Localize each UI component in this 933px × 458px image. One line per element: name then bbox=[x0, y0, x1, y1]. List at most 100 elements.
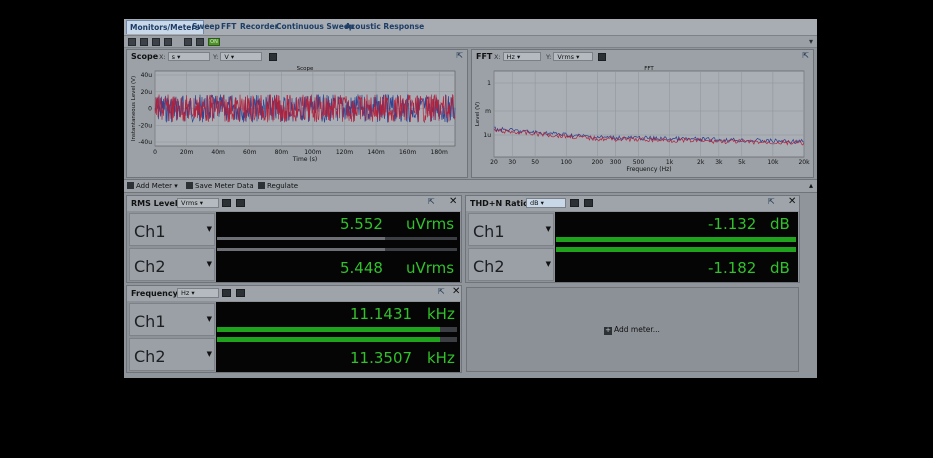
tab-recorder[interactable]: Recorder bbox=[240, 22, 278, 31]
meter-settings-icon[interactable] bbox=[570, 199, 579, 207]
y-axis-label: Instantaneous Level (V) bbox=[131, 76, 137, 141]
unit-select[interactable]: Hz ▾ bbox=[177, 288, 219, 298]
scope-panel: Scope X: s ▾ Y: V ▾ ⇱ Scope 0 20m 40m 60m 80m 10… bbox=[126, 49, 468, 178]
x-tick-label: 80m bbox=[275, 149, 289, 156]
add-meter-label: Add meter... bbox=[614, 325, 660, 334]
x-tick-label: 100 bbox=[561, 159, 573, 166]
meter-options-icon[interactable] bbox=[236, 199, 245, 207]
generator-on-toggle[interactable]: ON bbox=[208, 38, 220, 46]
unit-select[interactable]: dB ▾ bbox=[526, 198, 566, 208]
tab-sweep[interactable]: Sweep bbox=[192, 22, 220, 31]
channel-selector[interactable]: Ch1 ▼ bbox=[129, 303, 215, 336]
regulate-button[interactable]: Regulate bbox=[258, 182, 298, 190]
channel-selector[interactable]: Ch1 ▼ bbox=[129, 213, 215, 246]
meter-title: THD+N Ratio bbox=[470, 199, 529, 208]
scope-x-selector[interactable]: X: s ▾ bbox=[159, 52, 210, 61]
sync-icon[interactable] bbox=[152, 38, 160, 46]
meter-options-icon[interactable] bbox=[236, 289, 245, 297]
fft-x-selector[interactable]: X: Hz ▾ bbox=[494, 52, 541, 61]
channel-selector[interactable]: Ch2 ▼ bbox=[129, 338, 215, 371]
save-icon bbox=[186, 182, 193, 189]
toolbar: ON ▾ bbox=[124, 36, 817, 48]
chart-title: FFT bbox=[644, 66, 654, 72]
collapse-icon[interactable]: ▾ bbox=[809, 37, 813, 46]
level-bar bbox=[217, 237, 457, 240]
meter-unit: dB bbox=[770, 259, 790, 277]
settings-icon[interactable] bbox=[140, 38, 148, 46]
scope-chart: Scope 0 20m 40m 60m 80m 100m 120m 140m 160m 180m 40… bbox=[131, 66, 456, 163]
x-tick-label: 3k bbox=[715, 159, 723, 166]
add-meter-button[interactable]: Add Meter ▾ bbox=[127, 182, 178, 190]
x-tick-label: 40m bbox=[211, 149, 225, 156]
channel-selector[interactable]: Ch1 ▼ bbox=[468, 213, 554, 246]
level-bar bbox=[556, 237, 796, 242]
close-icon[interactable]: ✕ bbox=[452, 286, 460, 297]
plot-area bbox=[493, 70, 805, 158]
meter-toolbar: Add Meter ▾ Save Meter Data Regulate ▴ bbox=[124, 179, 817, 193]
x-tick-label: 500 bbox=[633, 159, 645, 166]
x-tick-label: 180m bbox=[431, 149, 448, 156]
meter-title: Frequency bbox=[131, 289, 178, 298]
channel-selector[interactable]: Ch2 ▼ bbox=[129, 248, 215, 281]
pop-out-icon[interactable]: ⇱ bbox=[802, 51, 809, 60]
meter-readout: 11.1431 kHz 11.3507 kHz bbox=[216, 302, 460, 372]
x-axis-label: Frequency (Hz) bbox=[626, 166, 671, 173]
pop-out-icon[interactable]: ⇱ bbox=[428, 197, 435, 206]
pop-out-icon[interactable]: ⇱ bbox=[456, 51, 463, 60]
fft-settings-icon[interactable] bbox=[598, 53, 606, 61]
y-tick-label: -20u bbox=[138, 122, 152, 129]
pop-out-icon[interactable]: ⇱ bbox=[438, 287, 445, 296]
meter-unit: kHz bbox=[427, 349, 455, 367]
pop-out-icon[interactable]: ⇱ bbox=[768, 197, 775, 206]
play-icon bbox=[258, 182, 265, 189]
meter-unit: uVrms bbox=[406, 215, 455, 233]
y-tick-label: 1u bbox=[483, 132, 491, 139]
meter-readout: 5.552 uVrms 5.448 uVrms bbox=[216, 212, 460, 282]
add-meter-placeholder[interactable]: + Add meter... bbox=[466, 287, 799, 372]
y-tick-label: 0 bbox=[148, 106, 152, 113]
meter-settings-icon[interactable] bbox=[222, 289, 231, 297]
x-tick-label: 50 bbox=[531, 159, 539, 166]
meter-readout: -1.132 dB -1.182 dB bbox=[555, 212, 798, 282]
x-tick-label: 160m bbox=[399, 149, 416, 156]
scope-title: Scope bbox=[131, 52, 159, 61]
tab-fft[interactable]: FFT bbox=[221, 22, 236, 31]
level-bar bbox=[217, 248, 457, 251]
level-bar bbox=[217, 327, 457, 332]
meter-value: -1.182 bbox=[708, 259, 757, 277]
x-tick-label: 20m bbox=[180, 149, 194, 156]
tab-continuous-sweep[interactable]: Continuous Sweep bbox=[276, 22, 354, 31]
x-tick-label: 100m bbox=[304, 149, 321, 156]
y-axis-label: Level (V) bbox=[475, 102, 481, 126]
settings-icon[interactable] bbox=[164, 38, 172, 46]
app-window: Monitors/Meters Sweep FFT Recorder Conti… bbox=[124, 19, 817, 378]
record-icon[interactable] bbox=[184, 38, 192, 46]
save-meter-data-button[interactable]: Save Meter Data bbox=[186, 182, 254, 190]
x-tick-label: 200 bbox=[592, 159, 604, 166]
x-tick-label: 0 bbox=[153, 149, 157, 156]
unit-select[interactable]: Vrms ▾ bbox=[177, 198, 219, 208]
rms-level-meter: RMS Level Vrms ▾ ⇱ ✕ Ch1 ▼ Ch2 ▼ 5.552 uVr… bbox=[126, 195, 462, 283]
x-tick-label: 60m bbox=[243, 149, 257, 156]
fft-y-selector[interactable]: Y: Vrms ▾ bbox=[546, 52, 594, 61]
x-tick-label: 120m bbox=[336, 149, 353, 156]
scope-settings-icon[interactable] bbox=[269, 53, 277, 61]
y-tick-label: 1 bbox=[487, 80, 491, 87]
close-icon[interactable]: ✕ bbox=[449, 196, 457, 207]
y-tick-label: 40u bbox=[141, 72, 153, 79]
tab-acoustic-response[interactable]: Acoustic Response bbox=[345, 22, 424, 31]
x-tick-label: 1k bbox=[666, 159, 674, 166]
grid-icon[interactable] bbox=[196, 38, 204, 46]
thdn-ratio-meter: THD+N Ratio dB ▾ ⇱ ✕ Ch1 ▼ Ch2 ▼ -1.132 dB… bbox=[465, 195, 800, 283]
save-icon[interactable] bbox=[128, 38, 136, 46]
fft-panel: FFT X: Hz ▾ Y: Vrms ▾ ⇱ FFT 20 30 50 100 200 300… bbox=[471, 49, 814, 178]
channel-selector[interactable]: Ch2 ▼ bbox=[468, 248, 554, 281]
x-tick-label: 20 bbox=[490, 159, 498, 166]
chart-title: Scope bbox=[297, 66, 314, 72]
close-icon[interactable]: ✕ bbox=[788, 196, 796, 207]
scope-y-selector[interactable]: Y: V ▾ bbox=[213, 52, 263, 61]
meter-options-icon[interactable] bbox=[584, 199, 593, 207]
collapse-icon[interactable]: ▴ bbox=[809, 181, 813, 190]
meter-settings-icon[interactable] bbox=[222, 199, 231, 207]
x-tick-label: 30 bbox=[508, 159, 516, 166]
